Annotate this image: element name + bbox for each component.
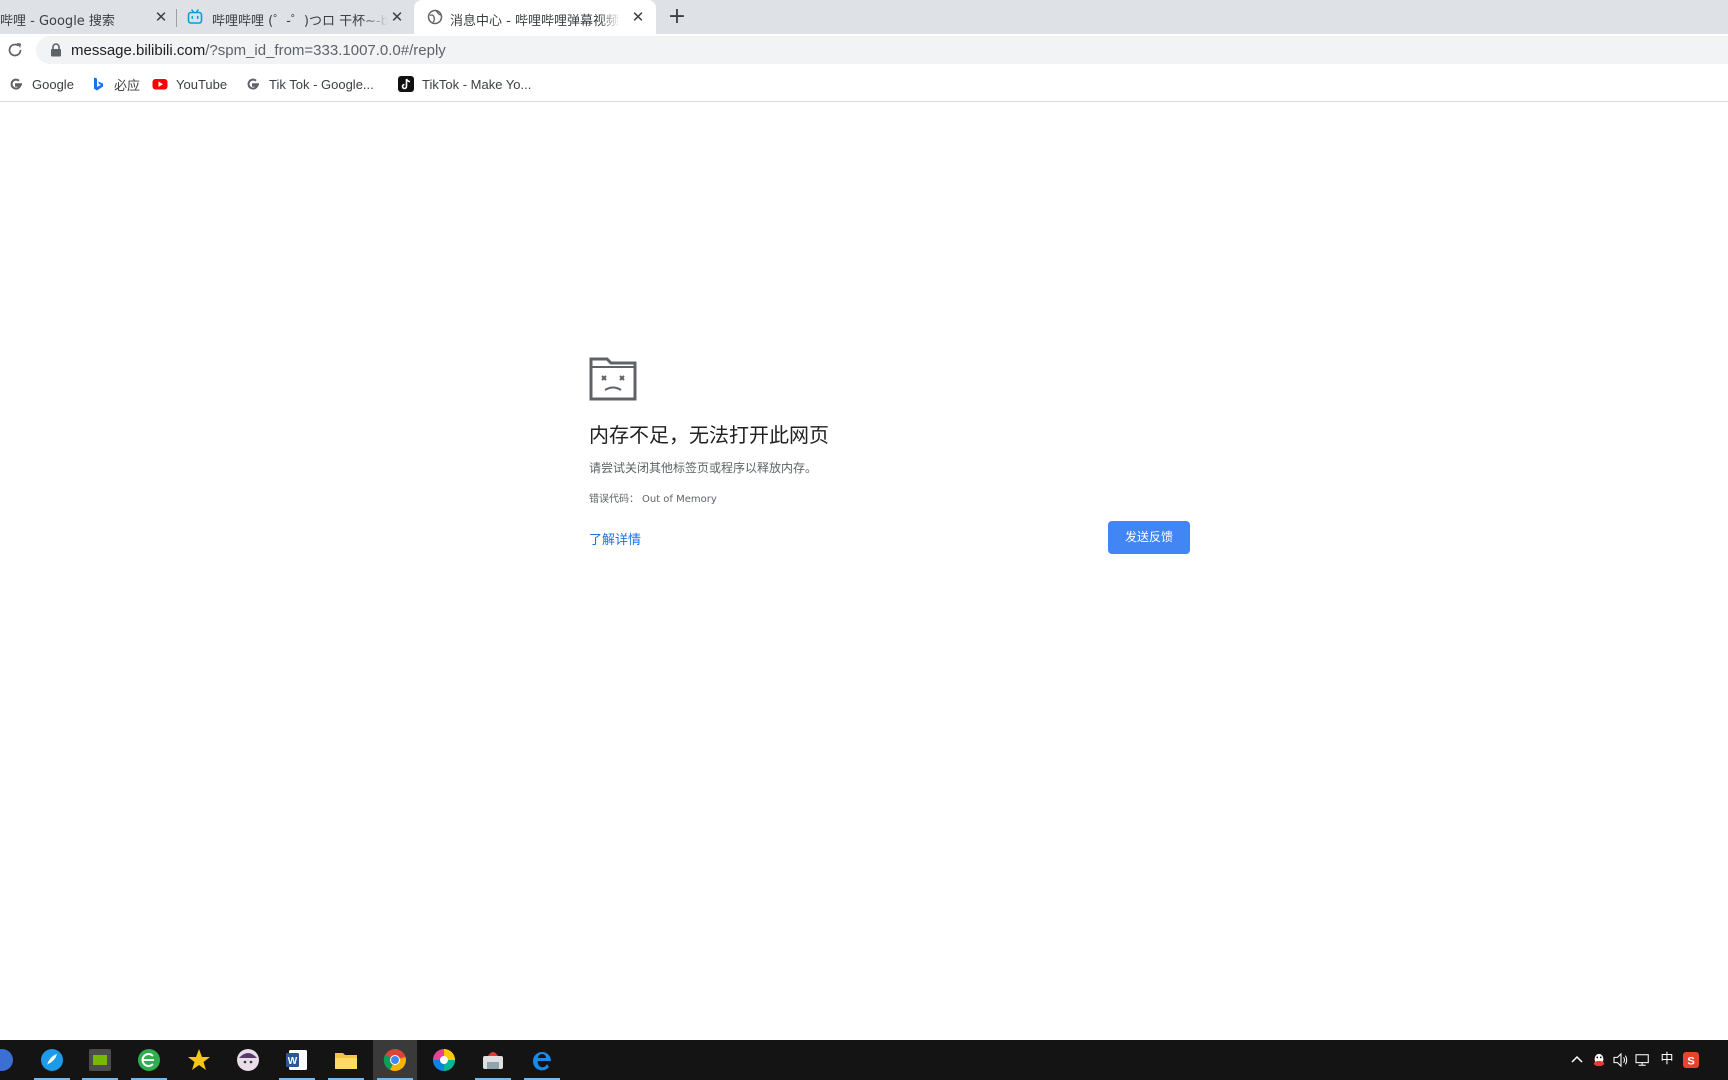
taskbar-app-chrome[interactable] [373, 1040, 417, 1080]
close-icon[interactable]: ✕ [388, 8, 406, 26]
google-icon [247, 78, 259, 90]
color-wheel-icon [433, 1049, 455, 1071]
tab-bilibili[interactable]: 哔哩哔哩 (゜-゜)つロ 干杯~-bilibili ✕ [178, 0, 414, 34]
error-page: 内存不足，无法打开此网页 请尝试关闭其他标签页或程序以释放内存。 错误代码： Ou… [0, 103, 1728, 1040]
bookmark-label: TikTok - Make Yo... [422, 76, 532, 92]
chrome-icon [383, 1049, 406, 1071]
error-code-value: Out of Memory [642, 494, 717, 505]
tab-title: 哔哩 - Google 搜索 [0, 14, 115, 29]
printer-app-icon [483, 1052, 503, 1069]
url-path: /?spm_id_from=333.1007.0.0#/reply [205, 42, 446, 59]
bing-icon [94, 77, 103, 91]
app-icon [0, 1049, 13, 1071]
bookmark-google[interactable]: Google [8, 74, 74, 94]
tab-separator [176, 9, 177, 27]
taskbar-app-partial[interactable] [0, 1040, 24, 1080]
taskbar-app-printer[interactable] [471, 1040, 515, 1080]
youtube-icon [152, 79, 168, 90]
svg-text:W: W [288, 1056, 298, 1067]
bookmark-label: Tik Tok - Google... [269, 76, 374, 92]
sogou-icon[interactable]: S [1682, 1050, 1700, 1070]
tab-strip: 哔哩 - Google 搜索 ✕ 哔哩哔哩 (゜-゜)つロ 干杯~-bilibi… [0, 0, 1728, 34]
edge-icon [532, 1051, 551, 1071]
bookmark-tiktok[interactable]: TikTok - Make Yo... [398, 74, 531, 94]
tiktok-icon [398, 76, 414, 92]
url-host: message.bilibili.com [71, 42, 206, 59]
bookmark-label: 必应 [114, 77, 141, 93]
bookmark-tiktok-google[interactable]: Tik Tok - Google... [245, 74, 374, 94]
error-code: 错误代码： Out of Memory [589, 490, 717, 505]
learn-more-link[interactable]: 了解详情 [589, 529, 641, 548]
taskbar-app-file-explorer[interactable] [324, 1040, 368, 1080]
error-heading: 内存不足，无法打开此网页 [589, 423, 829, 447]
qq-icon[interactable] [1590, 1050, 1608, 1070]
star-icon [188, 1049, 210, 1070]
taskbar-app-colorful[interactable] [422, 1040, 466, 1080]
word-icon: W [286, 1050, 307, 1070]
reload-icon[interactable] [6, 41, 24, 59]
ime-indicator[interactable]: 中 [1658, 1050, 1676, 1070]
send-feedback-button[interactable]: 发送反馈 [1108, 521, 1190, 554]
bookmark-label: Google [32, 76, 74, 92]
bookmark-youtube[interactable]: YouTube [152, 74, 227, 94]
tab-message-center[interactable]: 消息中心 - 哔哩哔哩弹幕视频网 ✕ [414, 0, 656, 34]
bookmark-bing[interactable]: 必应 [90, 74, 140, 94]
taskbar-app-feather[interactable] [30, 1040, 74, 1080]
sad-folder-icon [589, 357, 637, 401]
bookmark-label: YouTube [176, 76, 228, 92]
taskbar: W 中 S [0, 1040, 1728, 1080]
url-text: message.bilibili.com/?spm_id_from=333.10… [71, 42, 446, 59]
anime-avatar-icon [237, 1049, 259, 1071]
google-icon [10, 78, 22, 90]
bookmarks-bar: Google 必应 YouTube Tik Tok - Google... Ti… [0, 66, 1728, 102]
close-icon[interactable]: ✕ [152, 8, 170, 26]
taskbar-app-nvidia[interactable] [78, 1040, 122, 1080]
tab-google-search[interactable]: 哔哩 - Google 搜索 ✕ [0, 0, 172, 34]
chevron-up-icon[interactable] [1568, 1050, 1586, 1070]
feather-app-icon [41, 1049, 63, 1071]
new-tab-button[interactable]: + [666, 6, 688, 28]
tab-title: 消息中心 - 哔哩哔哩弹幕视频网 [450, 14, 620, 29]
taskbar-app-word[interactable]: W [275, 1040, 319, 1080]
network-icon[interactable] [1634, 1050, 1652, 1070]
svg-text:S: S [1687, 1056, 1694, 1068]
nvidia-icon [89, 1049, 111, 1071]
taskbar-app-anime[interactable] [226, 1040, 270, 1080]
green-browser-icon [138, 1049, 160, 1071]
error-subtext: 请尝试关闭其他标签页或程序以释放内存。 [589, 461, 818, 475]
system-tray: 中 S [1568, 1040, 1728, 1080]
lock-icon[interactable] [50, 43, 62, 57]
taskbar-app-edge[interactable] [520, 1040, 564, 1080]
taskbar-app-star[interactable] [177, 1040, 221, 1080]
close-icon[interactable]: ✕ [629, 8, 647, 26]
taskbar-app-browser-green[interactable] [127, 1040, 171, 1080]
tab-title: 哔哩哔哩 (゜-゜)つロ 干杯~-bilibili [212, 14, 388, 29]
toolbar: message.bilibili.com/?spm_id_from=333.10… [0, 34, 1728, 66]
globe-icon [427, 9, 443, 25]
error-code-label: 错误代码： [589, 494, 639, 505]
bilibili-icon [187, 9, 203, 24]
volume-icon[interactable] [1612, 1050, 1630, 1070]
address-bar[interactable]: message.bilibili.com/?spm_id_from=333.10… [36, 36, 1728, 64]
folder-icon [335, 1053, 357, 1069]
